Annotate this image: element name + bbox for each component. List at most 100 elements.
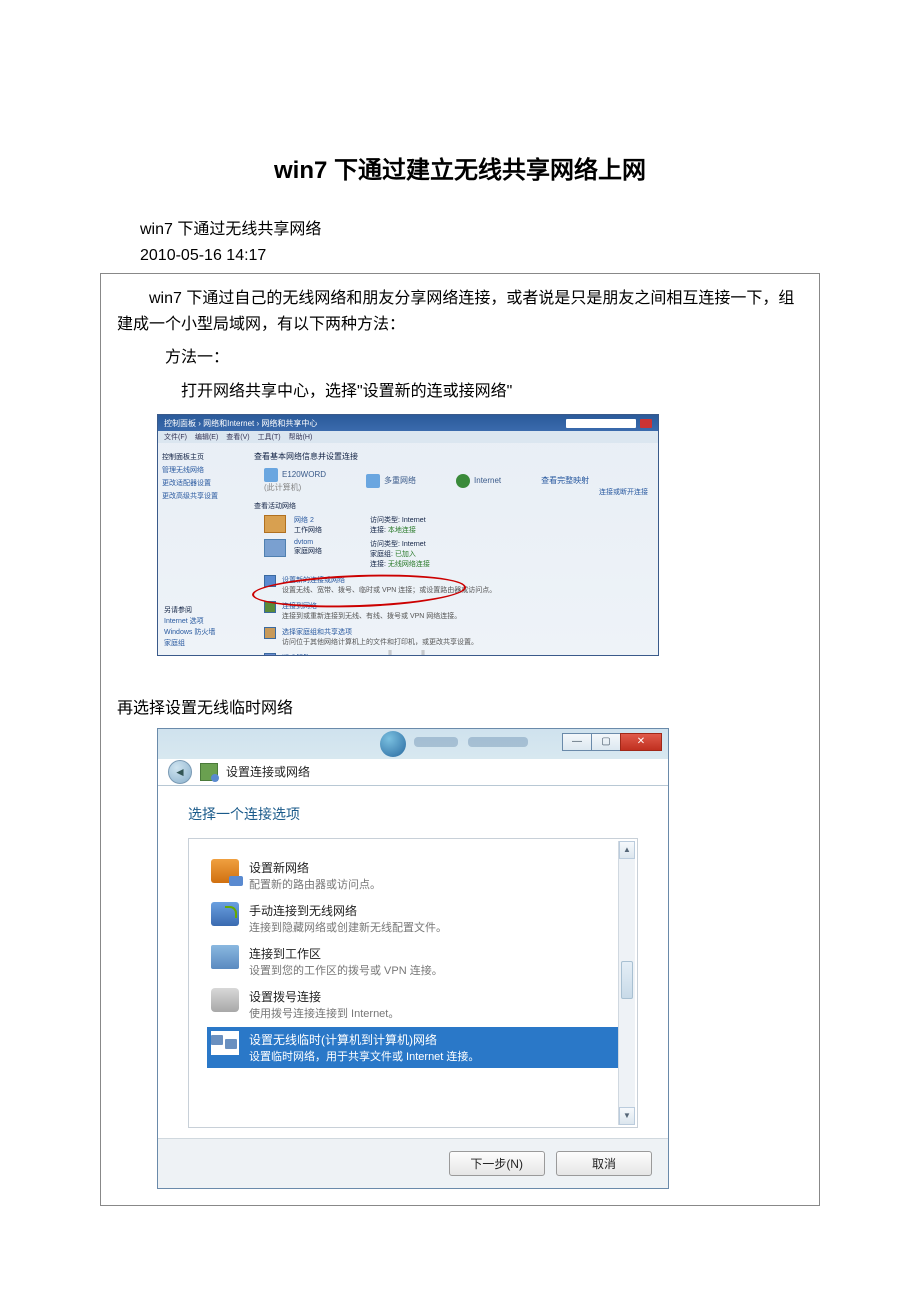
connect-disconnect-link[interactable]: 连接或断开连接 bbox=[599, 487, 648, 497]
main-heading: 查看基本网络信息并设置连接 bbox=[254, 451, 650, 462]
active-network-1: 网络 2 工作网络 访问类型: Internet 连接: 本地连接 bbox=[264, 515, 650, 535]
next-button[interactable]: 下一步(N) bbox=[449, 1151, 545, 1176]
map-pc-name: E120WORD bbox=[282, 470, 326, 479]
option-setup-new-network[interactable]: 设置新网络 配置新的路由器或访问点。 bbox=[207, 855, 627, 896]
menu-view[interactable]: 查看(V) bbox=[226, 432, 249, 442]
globe-icon bbox=[456, 474, 470, 488]
opt3-title: 选择家庭组和共享选项 bbox=[282, 627, 478, 637]
opt-desc: 连接到隐藏网络或创建新无线配置文件。 bbox=[249, 919, 447, 935]
option-dialup[interactable]: 设置拨号连接 使用拨号连接连接到 Internet。 bbox=[207, 984, 627, 1025]
map-pc-sub: (此计算机) bbox=[264, 483, 301, 492]
net1-v2[interactable]: 本地连接 bbox=[388, 527, 416, 534]
net2-k1: 访问类型: bbox=[370, 541, 400, 548]
option-manual-wireless[interactable]: 手动连接到无线网络 连接到隐藏网络或创建新无线配置文件。 bbox=[207, 898, 627, 939]
opt-title: 连接到工作区 bbox=[249, 945, 443, 962]
active-networks-label: 查看活动网络 bbox=[254, 501, 650, 511]
net2-k2: 家庭组: bbox=[370, 551, 393, 558]
homegroup-icon bbox=[264, 627, 276, 639]
option-adhoc-wireless-selected[interactable]: 设置无线临时(计算机到计算机)网络 设置临时网络，用于共享文件或 Interne… bbox=[207, 1027, 627, 1068]
adhoc-icon bbox=[211, 1031, 239, 1055]
network-map: E120WORD (此计算机) 多重网络 Internet 查看完整映射 bbox=[264, 468, 650, 493]
doc-timestamp: 2010-05-16 14:17 bbox=[140, 247, 820, 265]
content-frame: win7 下通过自己的无线网络和朋友分享网络连接，或者说是只是朋友之间相互连接一… bbox=[100, 273, 820, 1206]
doc-subtitle: win7 下通过无线共享网络 bbox=[140, 215, 820, 239]
see-also: 另请参阅 Internet 选项 Windows 防火墙 家庭组 bbox=[164, 604, 215, 649]
phone-icon bbox=[211, 988, 239, 1012]
globe-icon bbox=[380, 731, 406, 757]
cancel-button[interactable]: 取消 bbox=[556, 1151, 652, 1176]
task-homegroup-sharing[interactable]: 选择家庭组和共享选项 访问位于其他网络计算机上的文件和打印机，或更改共享设置。 bbox=[264, 627, 650, 647]
maximize-button[interactable]: ▢ bbox=[591, 733, 621, 751]
doc-title: win7 下通过建立无线共享网络上网 bbox=[100, 150, 820, 185]
search-input[interactable] bbox=[566, 419, 636, 428]
method1-step1: 打开网络共享中心，选择"设置新的连或接网络" bbox=[117, 379, 803, 405]
opt-desc: 配置新的路由器或访问点。 bbox=[249, 876, 381, 892]
sidebar-link-manage-wireless[interactable]: 管理无线网络 bbox=[162, 465, 242, 475]
opt4-title: 疑难解答 bbox=[282, 653, 422, 656]
net1-sub: 工作网络 bbox=[294, 525, 322, 535]
breadcrumb: 控制面板 › 网络和Internet › 网络和共享中心 bbox=[164, 418, 317, 429]
computer-icon bbox=[264, 468, 278, 482]
active-network-2: dvtom 家庭网络 访问类型: Internet 家庭组: 已加入 连接: 无… bbox=[264, 539, 650, 569]
opt-title: 设置无线临时(计算机到计算机)网络 bbox=[249, 1031, 479, 1048]
see-also-homegroup[interactable]: 家庭组 bbox=[164, 638, 215, 648]
net2-name: dvtom bbox=[294, 539, 322, 546]
see-also-heading: 另请参阅 bbox=[164, 605, 215, 615]
opt-desc: 设置临时网络，用于共享文件或 Internet 连接。 bbox=[249, 1048, 479, 1064]
opt-title: 设置新网络 bbox=[249, 859, 381, 876]
wizard-title: 设置连接或网络 bbox=[226, 763, 310, 780]
panel-title: 选择一个连接选项 bbox=[188, 804, 638, 824]
map-internet-label: Internet bbox=[474, 476, 501, 485]
document-page: win7 下通过建立无线共享网络上网 win7 下通过无线共享网络 2010-0… bbox=[0, 0, 920, 1266]
method1-label: 方法一： bbox=[117, 345, 803, 371]
map-network-name: 多重网络 bbox=[384, 476, 416, 485]
net1-k2: 连接: bbox=[370, 527, 386, 534]
menu-bar: 文件(F) 编辑(E) 查看(V) 工具(T) 帮助(H) bbox=[158, 431, 658, 443]
see-also-internet-options[interactable]: Internet 选项 bbox=[164, 616, 215, 626]
network-icon bbox=[366, 474, 380, 488]
wizard-panel: 选择一个连接选项 设置新网络 配置新的路由器或访问点。 手动连接到无线网络 bbox=[158, 786, 668, 1138]
see-also-firewall[interactable]: Windows 防火墙 bbox=[164, 627, 215, 637]
sidebar-heading: 控制面板主页 bbox=[162, 452, 242, 462]
titlebar-blur bbox=[414, 737, 458, 747]
titlebar-blur bbox=[468, 737, 528, 747]
net2-sub: 家庭网络 bbox=[294, 546, 322, 556]
window-titlebar: — ▢ ✕ bbox=[158, 729, 668, 759]
opt-title: 手动连接到无线网络 bbox=[249, 902, 447, 919]
sidebar-link-advanced-sharing[interactable]: 更改高级共享设置 bbox=[162, 491, 242, 501]
menu-tools[interactable]: 工具(T) bbox=[258, 432, 281, 442]
screenshot-setup-connection-wizard: — ▢ ✕ ◄ 设置连接或网络 选择一个连接选项 设置新网络 配置新的 bbox=[157, 728, 669, 1189]
option-connect-workplace[interactable]: 连接到工作区 设置到您的工作区的拨号或 VPN 连接。 bbox=[207, 941, 627, 982]
main-panel: 查看基本网络信息并设置连接 E120WORD (此计算机) 多重网络 Intern… bbox=[246, 443, 658, 656]
wizard-header: ◄ 设置连接或网络 bbox=[158, 759, 668, 786]
task-troubleshoot[interactable]: 疑难解答 诊断并修复网络问题，或获得故障排除信息。 bbox=[264, 653, 650, 656]
close-icon[interactable] bbox=[640, 419, 652, 428]
net2-v3[interactable]: 无线网络连接 bbox=[388, 561, 430, 568]
menu-file[interactable]: 文件(F) bbox=[164, 432, 187, 442]
sidebar-link-adapter-settings[interactable]: 更改适配器设置 bbox=[162, 478, 242, 488]
net1-k1: 访问类型: bbox=[370, 517, 400, 524]
net1-name: 网络 2 bbox=[294, 515, 322, 525]
minimize-button[interactable]: — bbox=[562, 733, 592, 751]
net2-v2[interactable]: 已加入 bbox=[395, 551, 416, 558]
menu-edit[interactable]: 编辑(E) bbox=[195, 432, 218, 442]
opt-desc: 使用拨号连接连接到 Internet。 bbox=[249, 1005, 399, 1021]
workplace-icon bbox=[211, 945, 239, 969]
network-thumb-icon bbox=[264, 539, 286, 557]
close-button[interactable]: ✕ bbox=[620, 733, 662, 751]
net2-v1: Internet bbox=[402, 541, 426, 548]
net1-v1: Internet bbox=[402, 517, 426, 524]
address-bar: 控制面板 › 网络和Internet › 网络和共享中心 bbox=[158, 415, 658, 431]
net2-k3: 连接: bbox=[370, 561, 386, 568]
scroll-up-icon[interactable]: ▲ bbox=[619, 841, 635, 859]
wizard-icon bbox=[200, 763, 218, 781]
options-list: 设置新网络 配置新的路由器或访问点。 手动连接到无线网络 连接到隐藏网络或创建新… bbox=[188, 838, 638, 1128]
back-button[interactable]: ◄ bbox=[168, 760, 192, 784]
scrollbar[interactable]: ▲ ▼ bbox=[618, 841, 635, 1125]
view-full-map-link[interactable]: 查看完整映射 bbox=[541, 475, 589, 486]
scroll-down-icon[interactable]: ▼ bbox=[619, 1107, 635, 1125]
scroll-thumb[interactable] bbox=[621, 961, 633, 999]
intro-paragraph: win7 下通过自己的无线网络和朋友分享网络连接，或者说是只是朋友之间相互连接一… bbox=[117, 286, 803, 337]
network-thumb-icon bbox=[264, 515, 286, 533]
menu-help[interactable]: 帮助(H) bbox=[289, 432, 313, 442]
